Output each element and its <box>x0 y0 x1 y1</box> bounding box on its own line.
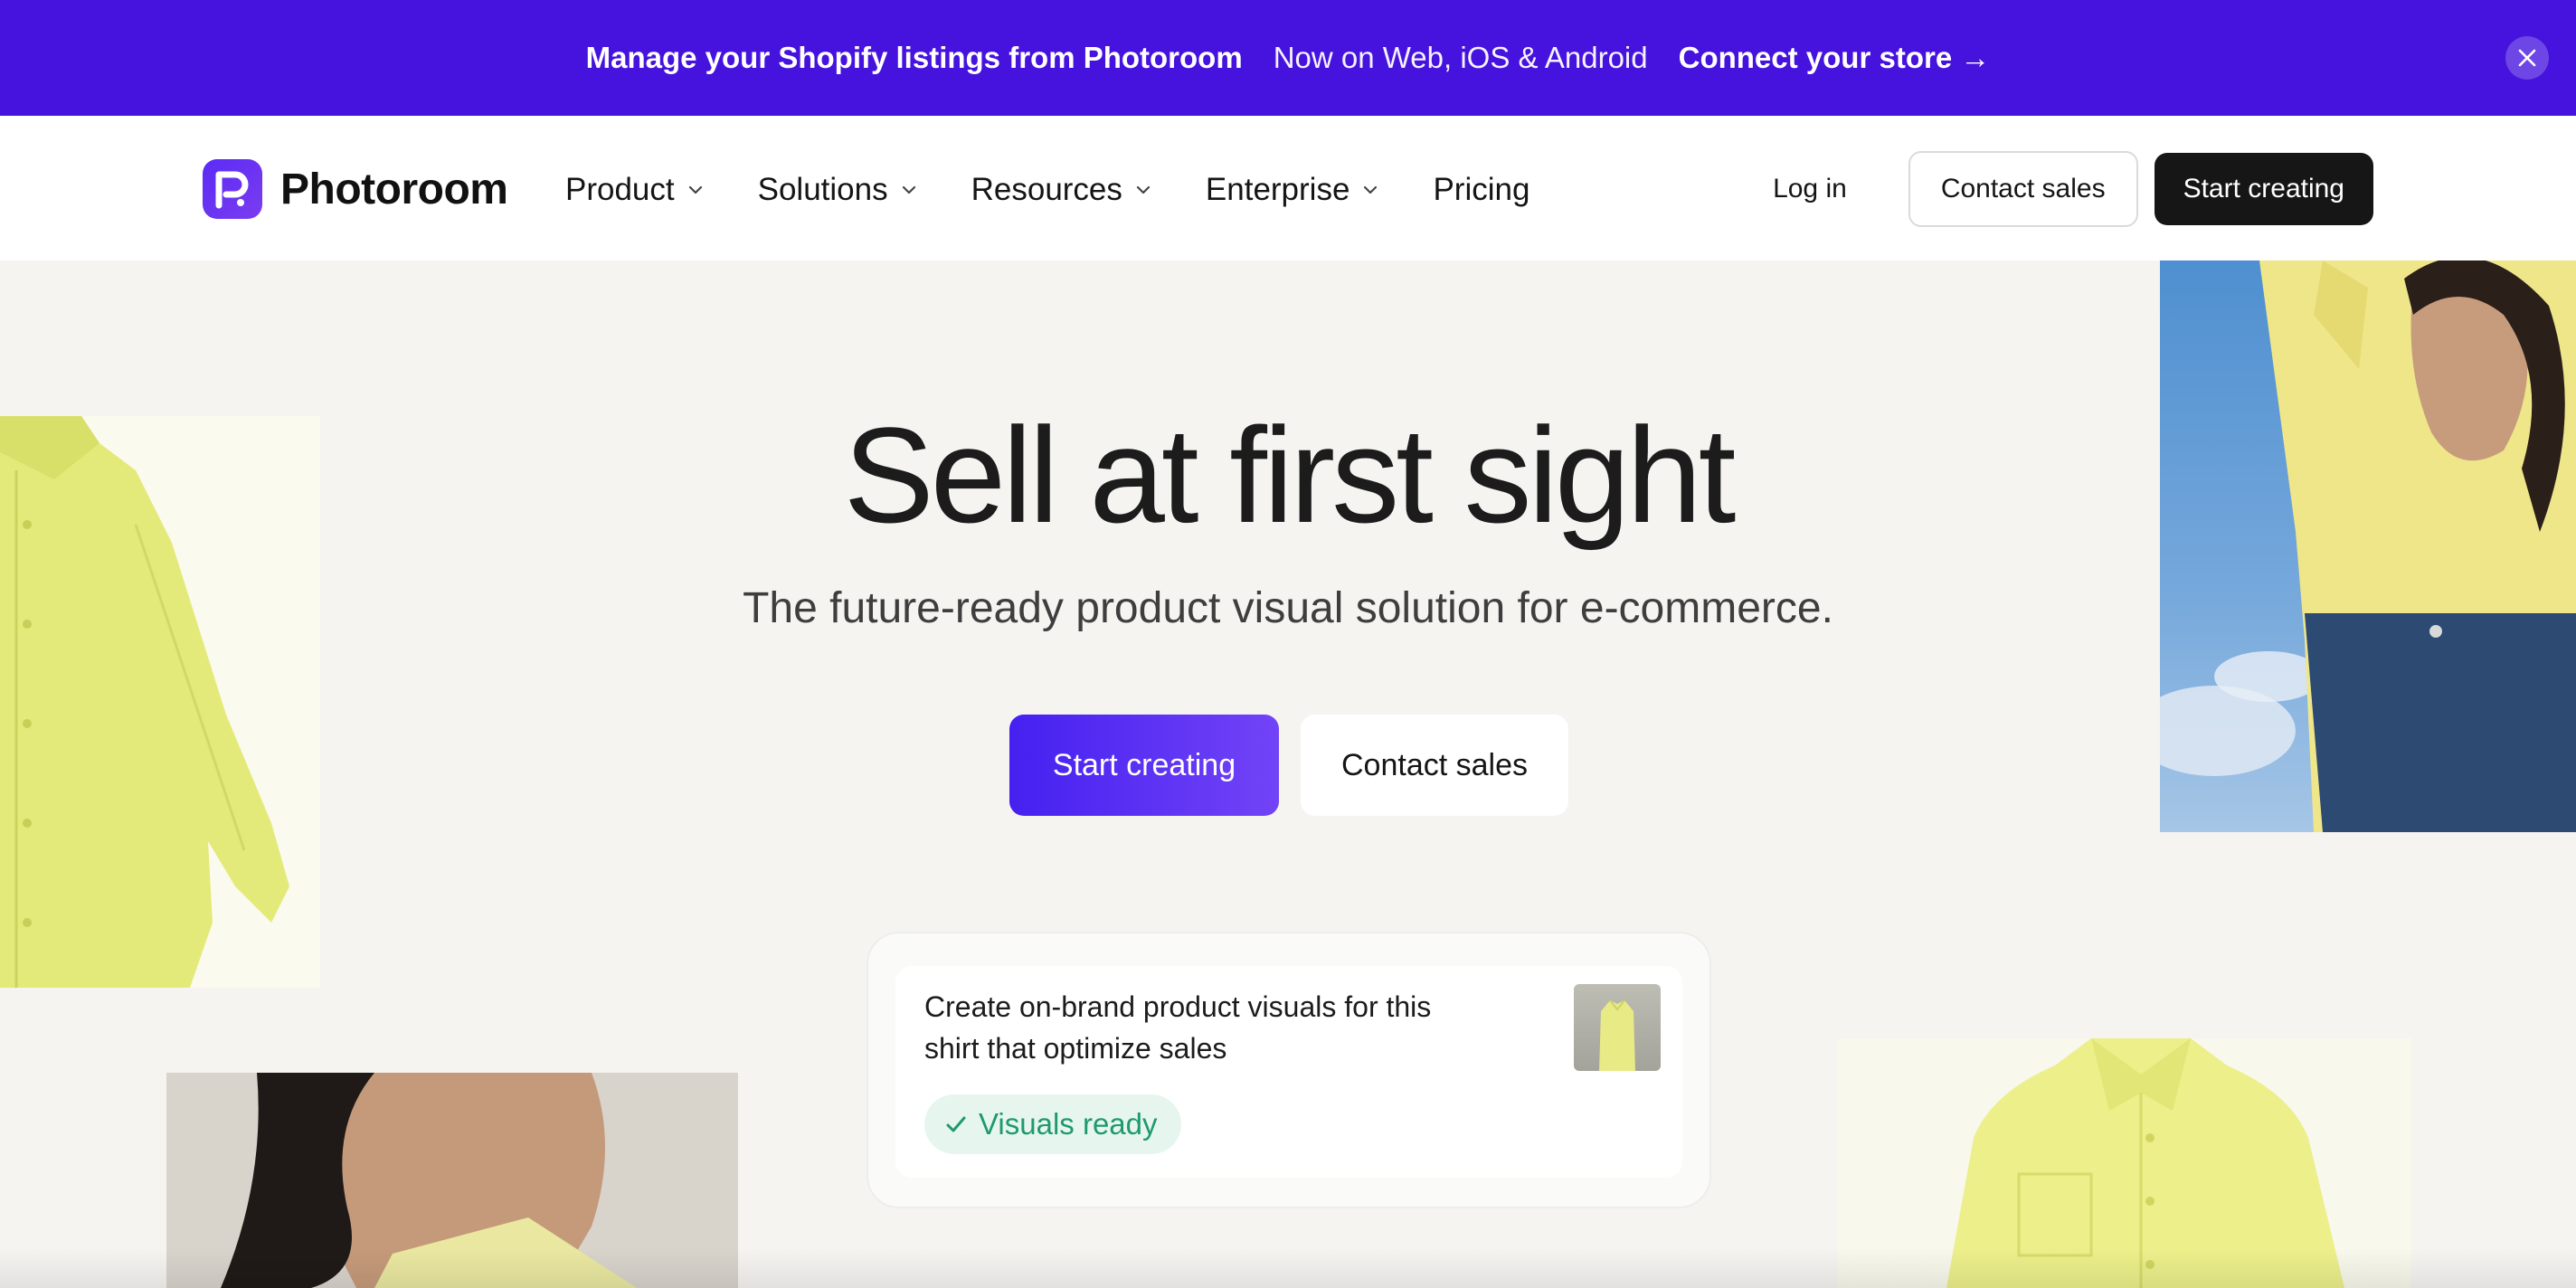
nav-actions: Log in Contact sales Start creating <box>1773 151 2373 227</box>
nav-item-label: Product <box>565 172 675 207</box>
start-creating-button[interactable]: Start creating <box>2154 153 2373 225</box>
nav-item-resources[interactable]: Resources <box>971 172 1153 208</box>
close-announcement-button[interactable] <box>2505 36 2549 80</box>
prompt-text: Create on-brand product visuals for this… <box>924 990 1432 1065</box>
shirt-thumbnail-image <box>1574 984 1661 1071</box>
nav-item-label: Resources <box>971 172 1122 207</box>
connect-store-link[interactable]: Connect your store → <box>1679 41 1991 75</box>
photoroom-logo-icon <box>203 159 262 219</box>
close-icon <box>2518 49 2536 67</box>
check-icon <box>946 1116 966 1132</box>
nav-item-enterprise[interactable]: Enterprise <box>1206 172 1381 208</box>
nav-menu: Product Solutions Resources Enterprise P… <box>565 163 1582 217</box>
nav-item-label: Pricing <box>1433 172 1530 207</box>
status-label: Visuals ready <box>979 1107 1158 1141</box>
main-nav: Photoroom Product Solutions Resources En… <box>0 116 2576 260</box>
contact-sales-button[interactable]: Contact sales <box>1908 151 2138 227</box>
chevron-down-icon <box>688 185 702 194</box>
login-link[interactable]: Log in <box>1773 174 1892 204</box>
nav-item-pricing[interactable]: Pricing <box>1433 172 1530 208</box>
chevron-down-icon <box>1364 185 1378 194</box>
hero-subtitle: The future-ready product visual solution… <box>743 584 1833 632</box>
announcement-platforms: Now on Web, iOS & Android <box>1273 41 1648 74</box>
prompt-card: Create on-brand product visuals for this… <box>867 932 1711 1208</box>
nav-item-product[interactable]: Product <box>565 172 706 208</box>
model-yellow-shirt-image <box>2160 260 2576 832</box>
announcement-bar: Manage your Shopify listings from Photor… <box>0 0 2576 116</box>
nav-item-label: Enterprise <box>1205 172 1350 207</box>
hero-cta-group: Start creating Contact sales <box>1009 715 1568 816</box>
bottom-fade <box>0 1248 2576 1288</box>
visuals-ready-badge: Visuals ready <box>924 1094 1181 1154</box>
brand-name: Photoroom <box>280 165 508 213</box>
hero-start-creating-button[interactable]: Start creating <box>1009 715 1279 816</box>
hero-contact-sales-button[interactable]: Contact sales <box>1301 715 1568 816</box>
nav-item-solutions[interactable]: Solutions <box>758 172 919 208</box>
prompt-card-inner: Create on-brand product visuals for this… <box>895 966 1682 1178</box>
chevron-down-icon <box>1136 185 1151 194</box>
announcement-message: Manage your Shopify listings from Photor… <box>585 41 1243 74</box>
nav-item-label: Solutions <box>757 172 888 207</box>
brand-logo[interactable]: Photoroom <box>203 159 508 219</box>
chevron-down-icon <box>902 185 915 194</box>
hero-title: Sell at first sight <box>843 399 1737 551</box>
